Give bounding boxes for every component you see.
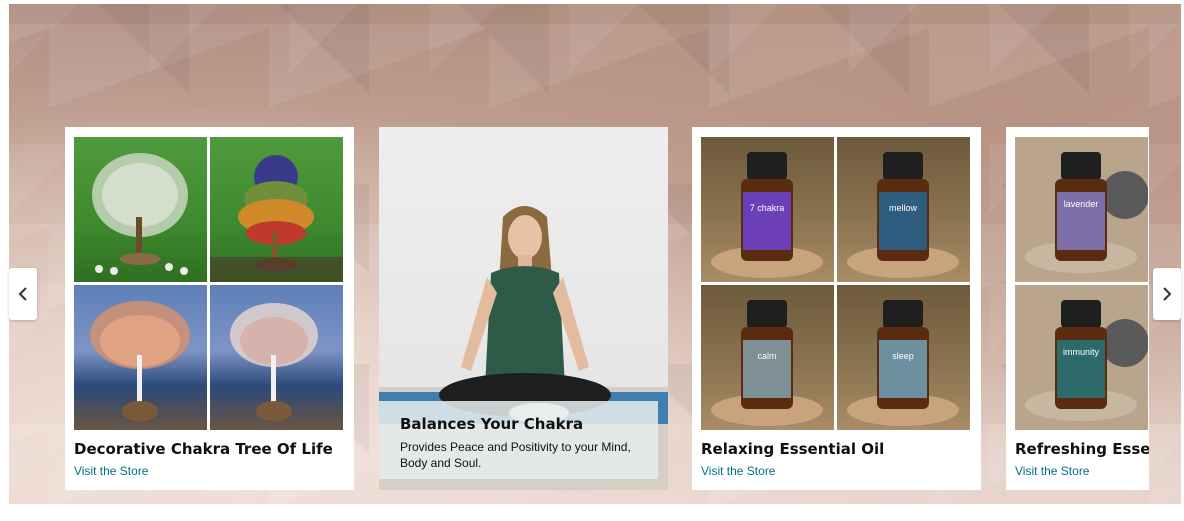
- carousel-banner: Decorative Chakra Tree Of Life Visit the…: [9, 4, 1181, 504]
- carousel-prev-button[interactable]: [9, 268, 37, 320]
- visit-store-link[interactable]: Visit the Store: [74, 464, 148, 478]
- chevron-right-icon: [1162, 286, 1172, 302]
- product-image[interactable]: [74, 137, 207, 282]
- product-card-essential-oil[interactable]: 7 chakra mellow calm sleep Relaxing Esse…: [692, 127, 981, 490]
- oil-label: immunity: [1063, 347, 1100, 357]
- product-card-chakra-tree[interactable]: Decorative Chakra Tree Of Life Visit the…: [65, 127, 354, 490]
- card-title[interactable]: Decorative Chakra Tree Of Life: [74, 440, 333, 458]
- product-card-hero[interactable]: Balances Your Chakra Provides Peace and …: [379, 127, 668, 490]
- card-title[interactable]: Balances Your Chakra: [400, 415, 583, 433]
- product-image[interactable]: sleep: [837, 285, 970, 430]
- card-description: Provides Peace and Positivity to your Mi…: [400, 440, 631, 470]
- card-title[interactable]: Refreshing Essentia: [1015, 440, 1149, 458]
- carousel-next-button[interactable]: [1153, 268, 1181, 320]
- hero-caption: Balances Your Chakra Provides Peace and …: [379, 401, 658, 479]
- oil-label: mellow: [889, 203, 918, 213]
- product-image[interactable]: calm: [701, 285, 834, 430]
- product-image[interactable]: [210, 137, 343, 282]
- chevron-left-icon: [18, 286, 28, 302]
- product-image-grid[interactable]: [74, 137, 344, 431]
- oil-label: calm: [757, 351, 776, 361]
- visit-store-link[interactable]: Visit the Store: [1015, 464, 1089, 478]
- card-title[interactable]: Relaxing Essential Oil: [701, 440, 884, 458]
- product-image[interactable]: mellow: [837, 137, 970, 282]
- product-image[interactable]: lavender: [1015, 137, 1148, 282]
- product-card-refreshing[interactable]: lavender immunity Refreshing Essentia Vi…: [1006, 127, 1149, 490]
- product-image[interactable]: 7 chakra: [701, 137, 834, 282]
- product-image-grid[interactable]: lavender immunity: [1015, 137, 1149, 431]
- oil-label: sleep: [892, 351, 914, 361]
- oil-label: 7 chakra: [750, 203, 785, 213]
- product-image[interactable]: immunity: [1015, 285, 1148, 430]
- visit-store-link[interactable]: Visit the Store: [701, 464, 775, 478]
- oil-label: lavender: [1064, 199, 1099, 209]
- product-image[interactable]: [74, 285, 207, 430]
- product-image[interactable]: [210, 285, 343, 430]
- product-image-grid[interactable]: 7 chakra mellow calm sleep: [701, 137, 971, 431]
